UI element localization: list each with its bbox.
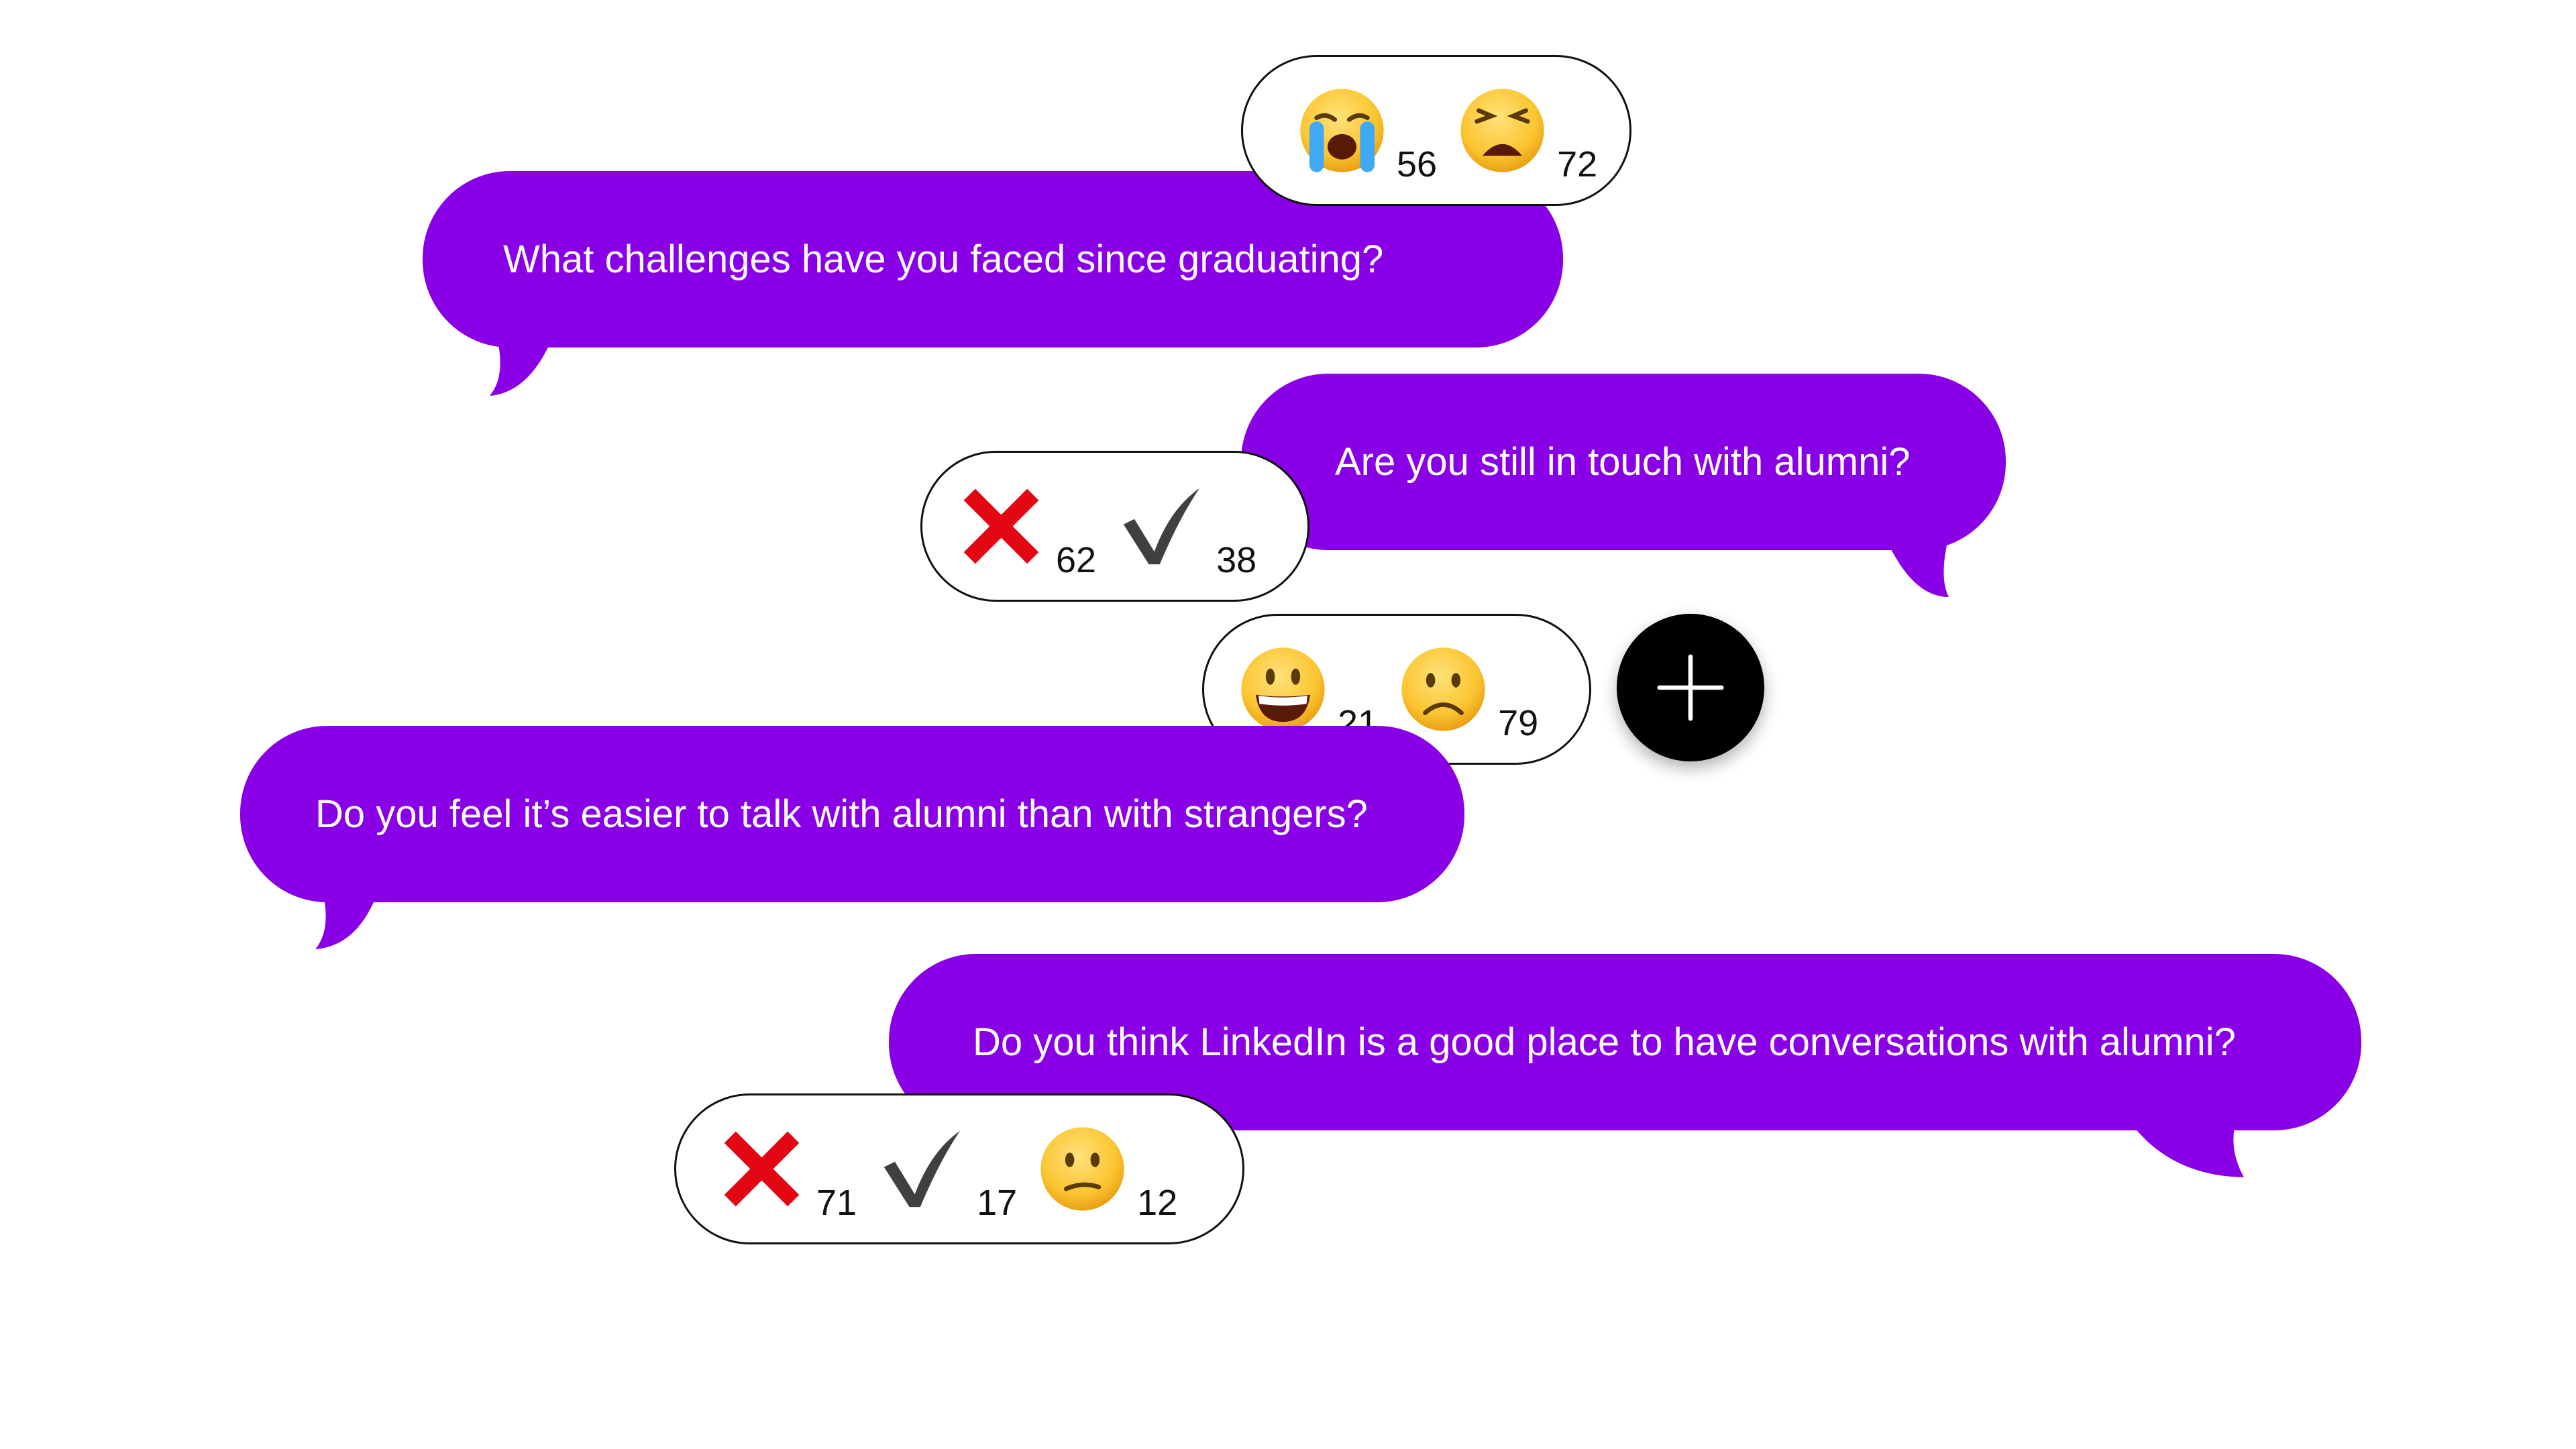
message-text: Are you still in touch with alumni? — [1335, 440, 1911, 484]
bubble-tail — [2127, 1117, 2244, 1177]
reaction-item[interactable]: 72 — [1457, 85, 1597, 184]
check-mark-icon — [883, 1130, 961, 1208]
check-mark-icon — [1123, 488, 1200, 565]
cross-mark-icon — [724, 1131, 800, 1207]
cross-mark-icon — [963, 488, 1039, 564]
message-bubble-3: Do you feel it’s easier to talk with alu… — [240, 726, 1464, 902]
grinning-face-icon — [1241, 647, 1325, 731]
weary-face-icon — [1460, 89, 1544, 172]
bubble-tail — [490, 335, 553, 396]
reaction-count: 79 — [1498, 703, 1539, 743]
plus-icon — [1657, 654, 1724, 721]
reaction-item[interactable]: 56 — [1297, 85, 1437, 184]
reaction-item[interactable]: 17 — [877, 1124, 1017, 1223]
bubble-tail — [1885, 537, 1949, 597]
loudly-crying-face-icon — [1300, 89, 1384, 172]
message-text: What challenges have you faced since gra… — [503, 237, 1384, 281]
reaction-item[interactable]: 71 — [716, 1124, 857, 1223]
reaction-item[interactable]: 79 — [1398, 644, 1538, 743]
reaction-count: 17 — [977, 1183, 1018, 1223]
reaction-count: 38 — [1216, 540, 1257, 580]
reaction-pill-q1[interactable]: 56 72 — [1241, 55, 1631, 206]
bubble-tail — [315, 889, 379, 949]
reaction-item[interactable]: 38 — [1116, 481, 1256, 580]
reaction-count: 56 — [1397, 144, 1438, 184]
reaction-item[interactable]: 21 — [1238, 644, 1378, 743]
reaction-pill-q4[interactable]: 71 17 12 — [674, 1093, 1244, 1244]
reaction-count: 72 — [1557, 144, 1598, 184]
message-text: Do you feel it’s easier to talk with alu… — [315, 792, 1368, 836]
message-text: Do you think LinkedIn is a good place to… — [973, 1020, 2236, 1064]
frowning-face-icon — [1401, 647, 1485, 731]
reaction-count: 71 — [816, 1183, 857, 1223]
add-reaction-button[interactable] — [1617, 614, 1764, 761]
reaction-item[interactable]: 62 — [956, 481, 1096, 580]
confused-face-icon — [1040, 1127, 1124, 1211]
reaction-count: 62 — [1056, 540, 1097, 580]
reaction-count: 12 — [1137, 1183, 1178, 1223]
reaction-pill-q2[interactable]: 62 38 — [920, 451, 1309, 602]
message-bubble-2: Are you still in touch with alumni? — [1241, 374, 2006, 550]
reaction-item[interactable]: 12 — [1037, 1124, 1177, 1223]
